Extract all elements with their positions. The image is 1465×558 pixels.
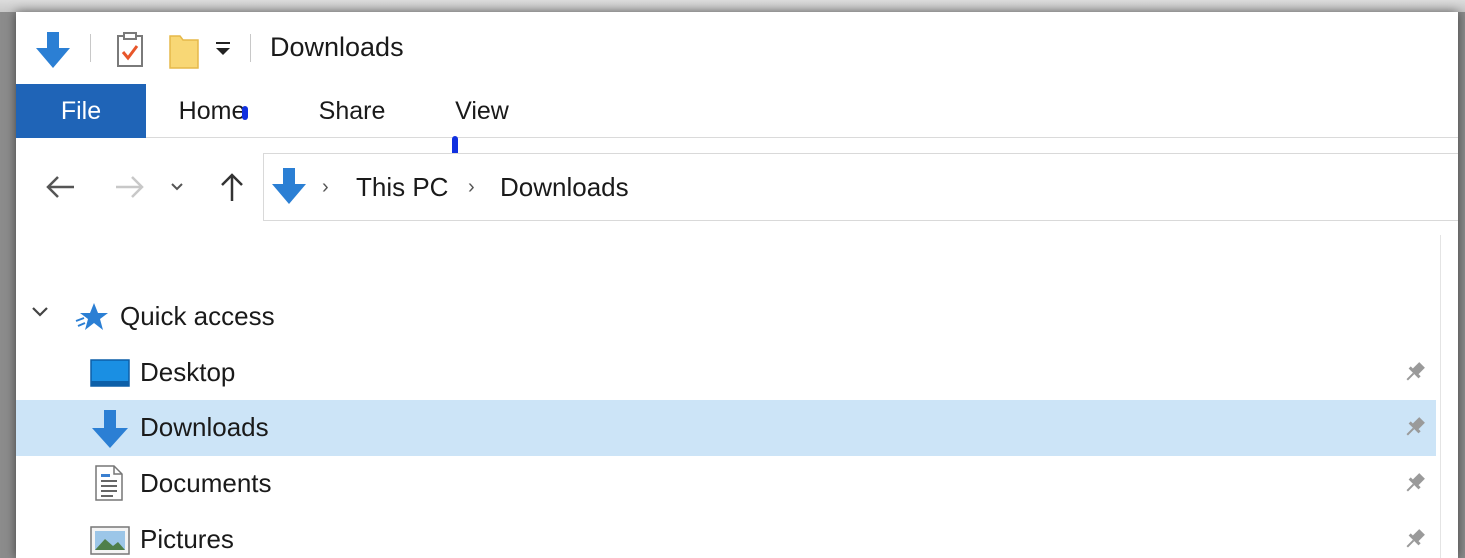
title-separator	[250, 34, 251, 62]
pictures-icon	[90, 526, 130, 558]
documents-icon	[94, 464, 124, 507]
breadcrumb-this-pc[interactable]: This PC	[356, 172, 448, 203]
tab-home[interactable]: Home	[176, 84, 248, 138]
navigation-bar: › This PC › Downloads	[16, 139, 1458, 235]
properties-icon[interactable]	[116, 32, 144, 73]
list-item-desktop[interactable]: Desktop	[16, 345, 1436, 401]
documents-label: Documents	[140, 468, 272, 498]
quick-access-label: Quick access	[120, 301, 275, 331]
ribbon-tabs: File Home Share View	[16, 84, 1458, 138]
quick-access-star-icon	[74, 301, 110, 338]
title-bar: Downloads	[16, 12, 1458, 84]
new-folder-icon[interactable]	[168, 30, 200, 75]
chevron-down-icon[interactable]	[30, 305, 50, 324]
quick-access-node[interactable]: Quick access	[16, 289, 1436, 345]
pane-divider	[1440, 235, 1441, 558]
list-item-pictures[interactable]: Pictures	[16, 512, 1436, 558]
window-title: Downloads	[270, 32, 404, 62]
pin-icon[interactable]	[1402, 359, 1428, 390]
list-item-documents[interactable]: Documents	[16, 456, 1436, 512]
quick-access-separator	[90, 34, 91, 62]
back-arrow-icon[interactable]	[42, 167, 78, 207]
tab-view[interactable]: View	[446, 84, 518, 138]
up-arrow-icon[interactable]	[214, 167, 250, 207]
breadcrumb-downloads[interactable]: Downloads	[500, 172, 629, 203]
tab-share[interactable]: Share	[312, 84, 392, 138]
desktop-label: Desktop	[140, 357, 236, 387]
pin-icon[interactable]	[1402, 470, 1428, 501]
customize-toolbar-dropdown-icon[interactable]	[214, 38, 232, 63]
tab-file[interactable]: File	[16, 84, 146, 138]
downloads-label: Downloads	[140, 412, 269, 442]
pin-icon[interactable]	[1402, 414, 1428, 445]
pictures-label: Pictures	[140, 524, 234, 554]
downloads-arrow-icon[interactable]	[34, 30, 72, 75]
downloads-location-icon	[270, 166, 308, 211]
breadcrumb-chevron-icon[interactable]: ›	[468, 176, 475, 199]
list-item-downloads[interactable]: Downloads	[16, 400, 1436, 456]
breadcrumb-chevron-icon[interactable]: ›	[322, 176, 329, 199]
recent-locations-chevron-down-icon[interactable]	[166, 167, 188, 207]
background-window-strip	[0, 0, 1465, 12]
desktop-icon	[90, 359, 130, 394]
pin-icon[interactable]	[1402, 526, 1428, 557]
file-explorer-window: Downloads File Home Share View › This PC…	[16, 12, 1458, 558]
navigation-pane: Quick access Desktop Downloads Documents…	[16, 235, 1436, 558]
address-bar[interactable]: › This PC › Downloads	[263, 153, 1458, 221]
forward-arrow-icon[interactable]	[112, 167, 148, 207]
downloads-icon	[90, 408, 130, 455]
cursor-marker	[242, 106, 248, 120]
